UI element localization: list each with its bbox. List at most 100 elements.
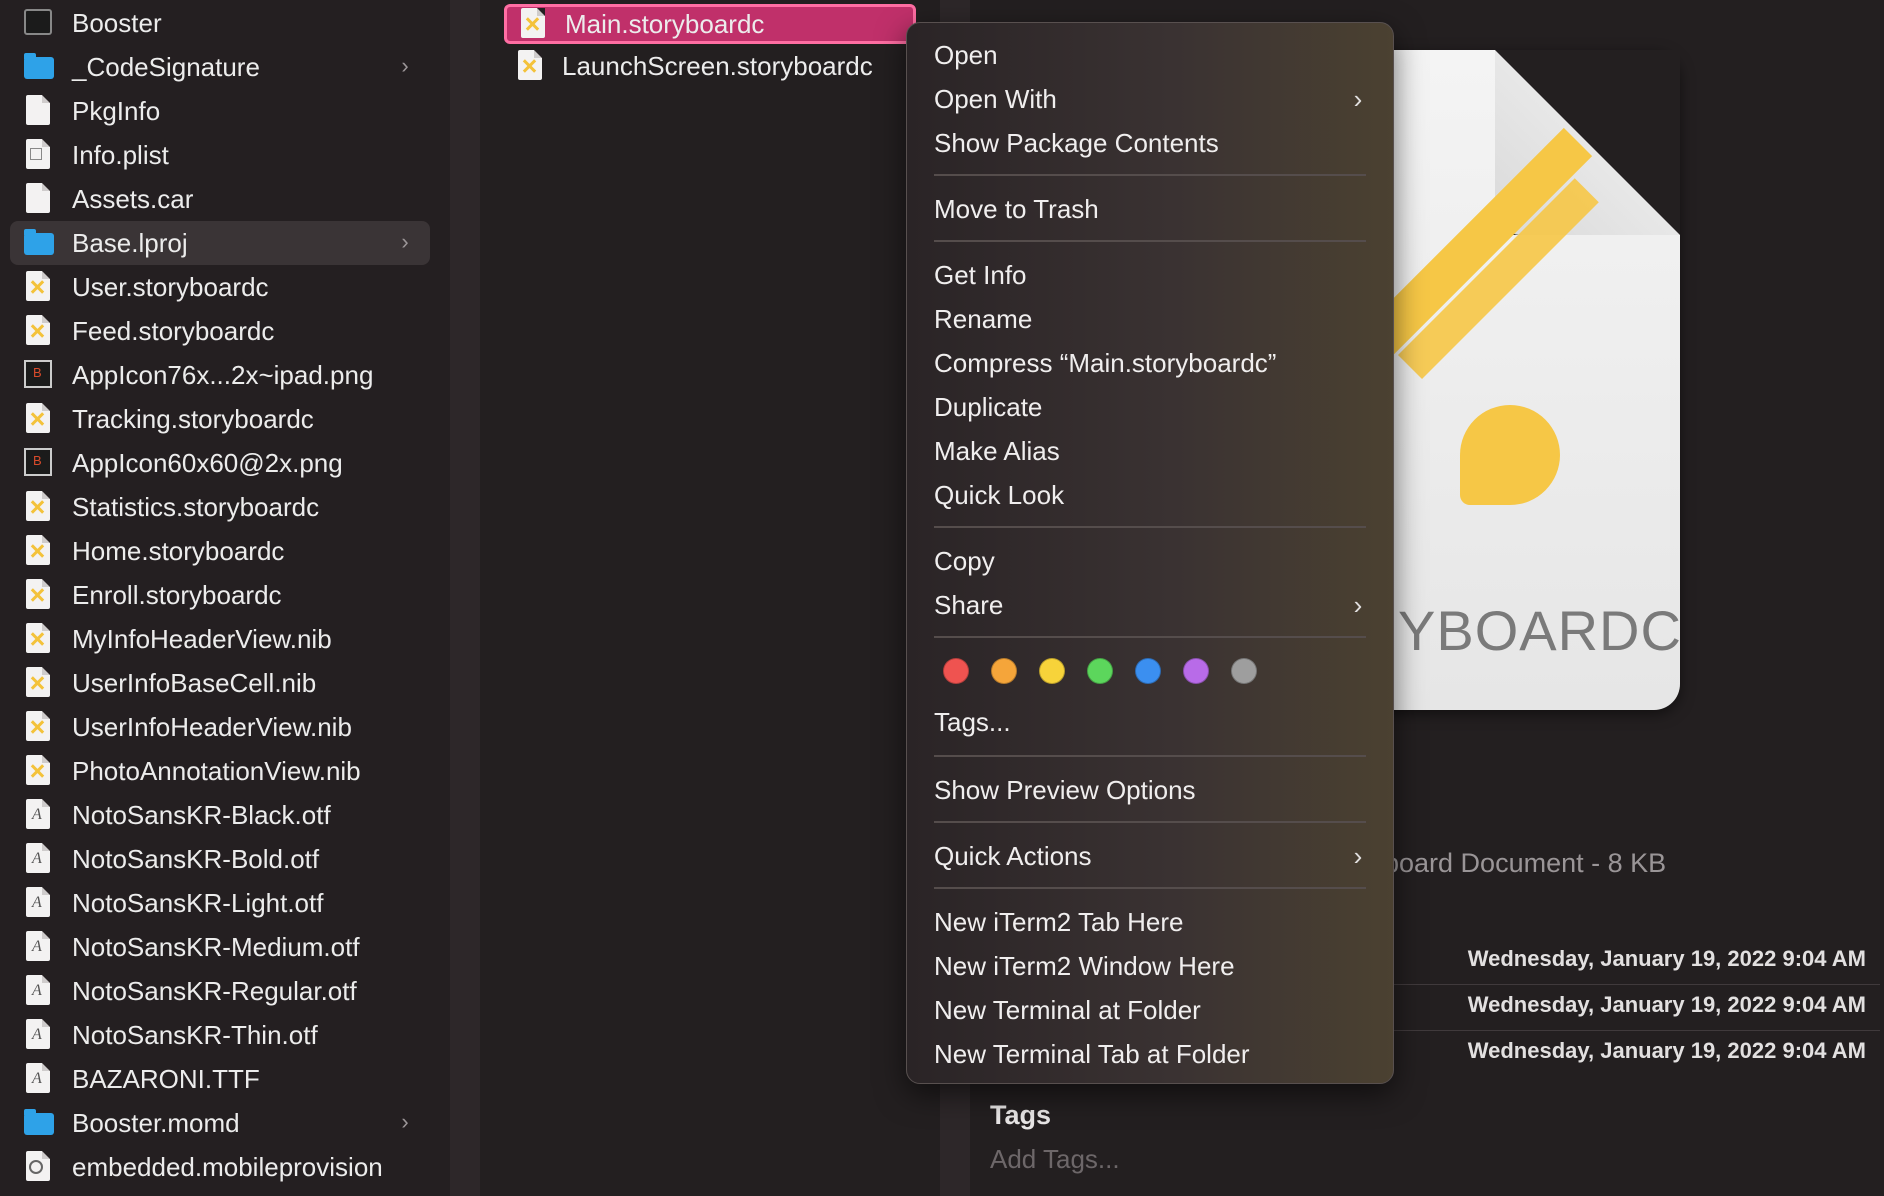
- tag-color-orange[interactable]: [991, 658, 1017, 684]
- sidebar-file-row[interactable]: UserInfoHeaderView.nib: [10, 705, 430, 749]
- file-name: Tracking.storyboardc: [72, 403, 314, 434]
- menu-item-new-iterm2-window[interactable]: New iTerm2 Window Here: [934, 946, 1370, 986]
- sidebar-file-row[interactable]: _CodeSignature ›: [10, 45, 430, 89]
- sidebar-file-row[interactable]: A NotoSansKR-Regular.otf: [10, 969, 430, 1013]
- folder-icon: [24, 227, 54, 259]
- menu-label: Move to Trash: [934, 193, 1099, 224]
- tag-color-gray[interactable]: [1231, 658, 1257, 684]
- sidebar-file-row[interactable]: Assets.car: [10, 177, 430, 221]
- menu-item-quick-look[interactable]: Quick Look: [934, 475, 1370, 515]
- file-name: PhotoAnnotationView.nib: [72, 755, 361, 786]
- sidebar-file-row[interactable]: PkgInfo: [10, 89, 430, 133]
- sidebar-file-row[interactable]: A NotoSansKR-Black.otf: [10, 793, 430, 837]
- sidebar-file-row[interactable]: Tracking.storyboardc: [10, 397, 430, 441]
- file-name: NotoSansKR-Light.otf: [72, 887, 324, 918]
- sidebar-file-row[interactable]: A BAZARONI.TTF: [10, 1057, 430, 1101]
- sidebar-file-row[interactable]: A NotoSansKR-Medium.otf: [10, 925, 430, 969]
- menu-item-share[interactable]: Share ›: [934, 585, 1370, 625]
- menu-item-new-iterm2-tab[interactable]: New iTerm2 Tab Here: [934, 902, 1370, 942]
- menu-item-move-to-trash[interactable]: Move to Trash: [934, 189, 1370, 229]
- menu-label: Duplicate: [934, 391, 1043, 422]
- file-name: NotoSansKR-Bold.otf: [72, 843, 320, 874]
- chevron-right-icon[interactable]: ›: [394, 1111, 416, 1133]
- document-icon: [24, 95, 52, 127]
- sidebar-file-row[interactable]: embedded.mobileprovision: [10, 1145, 430, 1189]
- file-name: Feed.storyboardc: [72, 315, 275, 346]
- menu-item-new-terminal-tab[interactable]: New Terminal Tab at Folder: [934, 1034, 1370, 1074]
- sidebar-file-row[interactable]: PhotoAnnotationView.nib: [10, 749, 430, 793]
- menu-label: Open With: [934, 83, 1057, 114]
- last-opened-date: Wednesday, January 19, 2022 9:04 AM: [1467, 1038, 1866, 1063]
- storyboard-icon: [24, 711, 52, 743]
- sidebar-file-row[interactable]: Feed.storyboardc: [10, 309, 430, 353]
- sidebar-file-row[interactable]: User.storyboardc: [10, 265, 430, 309]
- sidebar-file-row[interactable]: Booster: [10, 1, 430, 45]
- tag-color-yellow[interactable]: [1039, 658, 1065, 684]
- sidebar-file-row[interactable]: AppIcon60x60@2x.png: [10, 441, 430, 485]
- storyboard-icon: [24, 535, 52, 567]
- menu-item-open-with[interactable]: Open With ›: [934, 79, 1370, 119]
- tag-color-green[interactable]: [1087, 658, 1113, 684]
- file-row-launchscreen-storyboardc[interactable]: LaunchScreen.storyboardc: [504, 46, 916, 86]
- sidebar-file-row[interactable]: A NotoSansKR-Light.otf: [10, 881, 430, 925]
- menu-separator: [934, 240, 1366, 242]
- file-name: BAZARONI.TTF: [72, 1063, 260, 1094]
- chevron-right-icon[interactable]: ›: [394, 231, 416, 253]
- font-icon: A: [24, 1063, 52, 1095]
- file-name: NotoSansKR-Black.otf: [72, 799, 331, 830]
- sidebar-file-row[interactable]: Info.plist: [10, 133, 430, 177]
- menu-item-show-package-contents[interactable]: Show Package Contents: [934, 123, 1370, 163]
- sidebar-file-row[interactable]: MyInfoHeaderView.nib: [10, 617, 430, 661]
- file-name: Statistics.storyboardc: [72, 491, 320, 522]
- sidebar-file-row[interactable]: Booster.momd ›: [10, 1101, 430, 1145]
- storyboard-icon: [24, 491, 52, 523]
- file-name: Enroll.storyboardc: [72, 579, 282, 610]
- provision-icon: [24, 1151, 52, 1183]
- image-icon: [24, 447, 52, 479]
- file-name: UserInfoBaseCell.nib: [72, 667, 317, 698]
- column-divider[interactable]: [450, 0, 480, 1196]
- sidebar-file-row[interactable]: UserInfoBaseCell.nib: [10, 661, 430, 705]
- menu-label: Get Info: [934, 259, 1027, 290]
- menu-item-new-terminal[interactable]: New Terminal at Folder: [934, 990, 1370, 1030]
- file-name: Assets.car: [72, 183, 194, 214]
- menu-item-duplicate[interactable]: Duplicate: [934, 387, 1370, 427]
- add-tags-field[interactable]: Add Tags...: [990, 1144, 1120, 1175]
- menu-item-rename[interactable]: Rename: [934, 299, 1370, 339]
- plist-icon: [24, 139, 52, 171]
- storyboard-icon: [24, 579, 52, 611]
- menu-item-make-alias[interactable]: Make Alias: [934, 431, 1370, 471]
- tag-color-blue[interactable]: [1135, 658, 1161, 684]
- menu-item-open[interactable]: Open: [934, 35, 1370, 75]
- chevron-right-icon: ›: [1353, 841, 1363, 871]
- menu-item-tags[interactable]: Tags...: [934, 702, 1370, 742]
- sidebar-file-row[interactable]: Base.lproj ›: [10, 221, 430, 265]
- file-name: _CodeSignature: [72, 51, 260, 82]
- sidebar-file-row[interactable]: Enroll.storyboardc: [10, 573, 430, 617]
- file-name: NotoSansKR-Medium.otf: [72, 931, 360, 962]
- tag-color-red[interactable]: [943, 658, 969, 684]
- menu-item-show-preview-options[interactable]: Show Preview Options: [934, 770, 1370, 810]
- sidebar-file-row[interactable]: AppIcon76x...2x~ipad.png: [10, 353, 430, 397]
- file-name: UserInfoHeaderView.nib: [72, 711, 352, 742]
- sidebar-file-row[interactable]: A NotoSansKR-Thin.otf: [10, 1013, 430, 1057]
- tag-color-purple[interactable]: [1183, 658, 1209, 684]
- menu-item-get-info[interactable]: Get Info: [934, 255, 1370, 295]
- menu-item-compress[interactable]: Compress “Main.storyboardc”: [934, 343, 1370, 383]
- storyboard-icon: [24, 403, 52, 435]
- sidebar-file-row[interactable]: Statistics.storyboardc: [10, 485, 430, 529]
- file-name: AppIcon60x60@2x.png: [72, 447, 343, 478]
- menu-label: Tags...: [934, 706, 1011, 737]
- file-row-main-storyboardc[interactable]: Main.storyboardc: [504, 4, 916, 44]
- menu-separator: [934, 174, 1366, 176]
- terminal-icon: [24, 7, 52, 39]
- sidebar-file-row[interactable]: Home.storyboardc: [10, 529, 430, 573]
- font-icon: A: [24, 887, 52, 919]
- menu-item-copy[interactable]: Copy: [934, 541, 1370, 581]
- sidebar-file-row[interactable]: A NotoSansKR-Bold.otf: [10, 837, 430, 881]
- file-name: Booster: [72, 7, 162, 38]
- chevron-right-icon[interactable]: ›: [394, 55, 416, 77]
- document-icon: [24, 183, 52, 215]
- divider: [1390, 1030, 1880, 1031]
- menu-item-quick-actions[interactable]: Quick Actions ›: [934, 836, 1370, 876]
